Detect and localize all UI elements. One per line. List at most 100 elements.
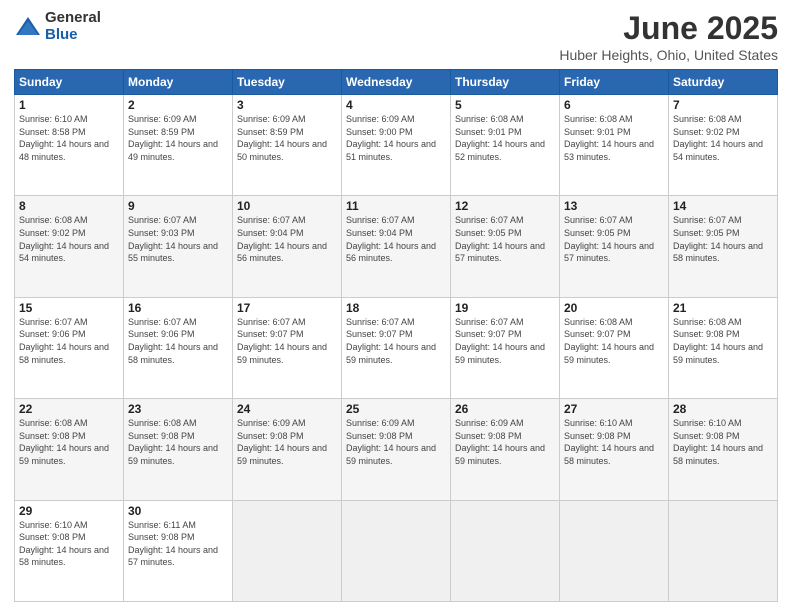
day-info: Sunrise: 6:07 AMSunset: 9:07 PMDaylight:… bbox=[237, 317, 327, 365]
day-number: 26 bbox=[455, 402, 555, 416]
day-number: 9 bbox=[128, 199, 228, 213]
day-info: Sunrise: 6:07 AMSunset: 9:05 PMDaylight:… bbox=[564, 215, 654, 263]
calendar-cell: 8 Sunrise: 6:08 AMSunset: 9:02 PMDaylight… bbox=[15, 196, 124, 297]
calendar-week-5: 29 Sunrise: 6:10 AMSunset: 9:08 PMDayligh… bbox=[15, 500, 778, 601]
day-number: 12 bbox=[455, 199, 555, 213]
calendar-cell bbox=[342, 500, 451, 601]
header-monday: Monday bbox=[124, 70, 233, 95]
day-number: 16 bbox=[128, 301, 228, 315]
day-info: Sunrise: 6:07 AMSunset: 9:07 PMDaylight:… bbox=[346, 317, 436, 365]
calendar-cell bbox=[233, 500, 342, 601]
calendar-cell: 13 Sunrise: 6:07 AMSunset: 9:05 PMDayligh… bbox=[560, 196, 669, 297]
day-number: 28 bbox=[673, 402, 773, 416]
calendar-cell: 27 Sunrise: 6:10 AMSunset: 9:08 PMDayligh… bbox=[560, 399, 669, 500]
calendar-header: Sunday Monday Tuesday Wednesday Thursday… bbox=[15, 70, 778, 95]
header-saturday: Saturday bbox=[669, 70, 778, 95]
calendar-cell: 16 Sunrise: 6:07 AMSunset: 9:06 PMDayligh… bbox=[124, 297, 233, 398]
day-number: 11 bbox=[346, 199, 446, 213]
calendar-cell: 11Sunrise: 6:07 AMSunset: 9:04 PMDayligh… bbox=[342, 196, 451, 297]
calendar-cell: 25 Sunrise: 6:09 AMSunset: 9:08 PMDayligh… bbox=[342, 399, 451, 500]
day-info: Sunrise: 6:08 AMSunset: 9:02 PMDaylight:… bbox=[673, 114, 763, 162]
calendar-table: Sunday Monday Tuesday Wednesday Thursday… bbox=[14, 69, 778, 602]
day-info: Sunrise: 6:07 AMSunset: 9:05 PMDaylight:… bbox=[673, 215, 763, 263]
calendar-cell: 9 Sunrise: 6:07 AMSunset: 9:03 PMDaylight… bbox=[124, 196, 233, 297]
header-thursday: Thursday bbox=[451, 70, 560, 95]
day-number: 29 bbox=[19, 504, 119, 518]
day-info: Sunrise: 6:09 AMSunset: 9:08 PMDaylight:… bbox=[455, 418, 545, 466]
day-number: 19 bbox=[455, 301, 555, 315]
calendar-cell: 20Sunrise: 6:08 AMSunset: 9:07 PMDayligh… bbox=[560, 297, 669, 398]
calendar-cell: 4 Sunrise: 6:09 AMSunset: 9:00 PMDaylight… bbox=[342, 95, 451, 196]
calendar-cell: 21 Sunrise: 6:08 AMSunset: 9:08 PMDayligh… bbox=[669, 297, 778, 398]
header-row: Sunday Monday Tuesday Wednesday Thursday… bbox=[15, 70, 778, 95]
calendar-body: 1 Sunrise: 6:10 AMSunset: 8:58 PMDaylight… bbox=[15, 95, 778, 602]
day-info: Sunrise: 6:10 AMSunset: 8:58 PMDaylight:… bbox=[19, 114, 109, 162]
day-number: 30 bbox=[128, 504, 228, 518]
calendar-week-2: 8 Sunrise: 6:08 AMSunset: 9:02 PMDaylight… bbox=[15, 196, 778, 297]
day-number: 23 bbox=[128, 402, 228, 416]
calendar-cell bbox=[560, 500, 669, 601]
calendar-cell: 28 Sunrise: 6:10 AMSunset: 9:08 PMDayligh… bbox=[669, 399, 778, 500]
day-number: 4 bbox=[346, 98, 446, 112]
day-info: Sunrise: 6:09 AMSunset: 9:08 PMDaylight:… bbox=[237, 418, 327, 466]
day-number: 27 bbox=[564, 402, 664, 416]
day-info: Sunrise: 6:09 AMSunset: 9:08 PMDaylight:… bbox=[346, 418, 436, 466]
main-title: June 2025 bbox=[559, 10, 778, 47]
day-number: 25 bbox=[346, 402, 446, 416]
day-number: 22 bbox=[19, 402, 119, 416]
day-number: 7 bbox=[673, 98, 773, 112]
logo: General Blue bbox=[14, 10, 101, 43]
day-number: 3 bbox=[237, 98, 337, 112]
page: General Blue June 2025 Huber Heights, Oh… bbox=[0, 0, 792, 612]
day-number: 5 bbox=[455, 98, 555, 112]
calendar-cell: 7 Sunrise: 6:08 AMSunset: 9:02 PMDaylight… bbox=[669, 95, 778, 196]
day-info: Sunrise: 6:08 AMSunset: 9:07 PMDaylight:… bbox=[564, 317, 654, 365]
day-info: Sunrise: 6:09 AMSunset: 9:00 PMDaylight:… bbox=[346, 114, 436, 162]
day-info: Sunrise: 6:08 AMSunset: 9:08 PMDaylight:… bbox=[128, 418, 218, 466]
day-info: Sunrise: 6:08 AMSunset: 9:02 PMDaylight:… bbox=[19, 215, 109, 263]
header-friday: Friday bbox=[560, 70, 669, 95]
day-number: 14 bbox=[673, 199, 773, 213]
title-section: June 2025 Huber Heights, Ohio, United St… bbox=[559, 10, 778, 63]
day-info: Sunrise: 6:11 AMSunset: 9:08 PMDaylight:… bbox=[128, 520, 218, 568]
calendar-week-3: 15Sunrise: 6:07 AMSunset: 9:06 PMDayligh… bbox=[15, 297, 778, 398]
calendar-cell: 18Sunrise: 6:07 AMSunset: 9:07 PMDayligh… bbox=[342, 297, 451, 398]
day-info: Sunrise: 6:10 AMSunset: 9:08 PMDaylight:… bbox=[19, 520, 109, 568]
day-info: Sunrise: 6:08 AMSunset: 9:01 PMDaylight:… bbox=[455, 114, 545, 162]
calendar-cell: 15Sunrise: 6:07 AMSunset: 9:06 PMDayligh… bbox=[15, 297, 124, 398]
calendar-cell: 23 Sunrise: 6:08 AMSunset: 9:08 PMDayligh… bbox=[124, 399, 233, 500]
calendar-cell: 30 Sunrise: 6:11 AMSunset: 9:08 PMDayligh… bbox=[124, 500, 233, 601]
calendar-cell: 19Sunrise: 6:07 AMSunset: 9:07 PMDayligh… bbox=[451, 297, 560, 398]
calendar-cell: 12Sunrise: 6:07 AMSunset: 9:05 PMDayligh… bbox=[451, 196, 560, 297]
day-info: Sunrise: 6:09 AMSunset: 8:59 PMDaylight:… bbox=[128, 114, 218, 162]
subtitle: Huber Heights, Ohio, United States bbox=[559, 47, 778, 63]
logo-icon bbox=[14, 13, 42, 41]
day-info: Sunrise: 6:10 AMSunset: 9:08 PMDaylight:… bbox=[564, 418, 654, 466]
day-number: 8 bbox=[19, 199, 119, 213]
day-info: Sunrise: 6:10 AMSunset: 9:08 PMDaylight:… bbox=[673, 418, 763, 466]
day-info: Sunrise: 6:07 AMSunset: 9:06 PMDaylight:… bbox=[128, 317, 218, 365]
day-number: 1 bbox=[19, 98, 119, 112]
day-number: 13 bbox=[564, 199, 664, 213]
calendar-cell: 17 Sunrise: 6:07 AMSunset: 9:07 PMDayligh… bbox=[233, 297, 342, 398]
calendar-cell: 6Sunrise: 6:08 AMSunset: 9:01 PMDaylight… bbox=[560, 95, 669, 196]
day-info: Sunrise: 6:07 AMSunset: 9:06 PMDaylight:… bbox=[19, 317, 109, 365]
calendar-cell: 14 Sunrise: 6:07 AMSunset: 9:05 PMDayligh… bbox=[669, 196, 778, 297]
day-info: Sunrise: 6:09 AMSunset: 8:59 PMDaylight:… bbox=[237, 114, 327, 162]
calendar-cell: 1 Sunrise: 6:10 AMSunset: 8:58 PMDaylight… bbox=[15, 95, 124, 196]
calendar-cell: 29 Sunrise: 6:10 AMSunset: 9:08 PMDayligh… bbox=[15, 500, 124, 601]
day-info: Sunrise: 6:07 AMSunset: 9:04 PMDaylight:… bbox=[237, 215, 327, 263]
day-number: 10 bbox=[237, 199, 337, 213]
day-info: Sunrise: 6:08 AMSunset: 9:08 PMDaylight:… bbox=[673, 317, 763, 365]
header-sunday: Sunday bbox=[15, 70, 124, 95]
calendar-cell: 2Sunrise: 6:09 AMSunset: 8:59 PMDaylight… bbox=[124, 95, 233, 196]
calendar-cell: 10 Sunrise: 6:07 AMSunset: 9:04 PMDayligh… bbox=[233, 196, 342, 297]
calendar-cell: 3 Sunrise: 6:09 AMSunset: 8:59 PMDaylight… bbox=[233, 95, 342, 196]
calendar-cell bbox=[451, 500, 560, 601]
day-info: Sunrise: 6:07 AMSunset: 9:03 PMDaylight:… bbox=[128, 215, 218, 263]
calendar-cell bbox=[669, 500, 778, 601]
day-number: 17 bbox=[237, 301, 337, 315]
day-number: 21 bbox=[673, 301, 773, 315]
calendar-week-4: 22 Sunrise: 6:08 AMSunset: 9:08 PMDayligh… bbox=[15, 399, 778, 500]
day-number: 24 bbox=[237, 402, 337, 416]
